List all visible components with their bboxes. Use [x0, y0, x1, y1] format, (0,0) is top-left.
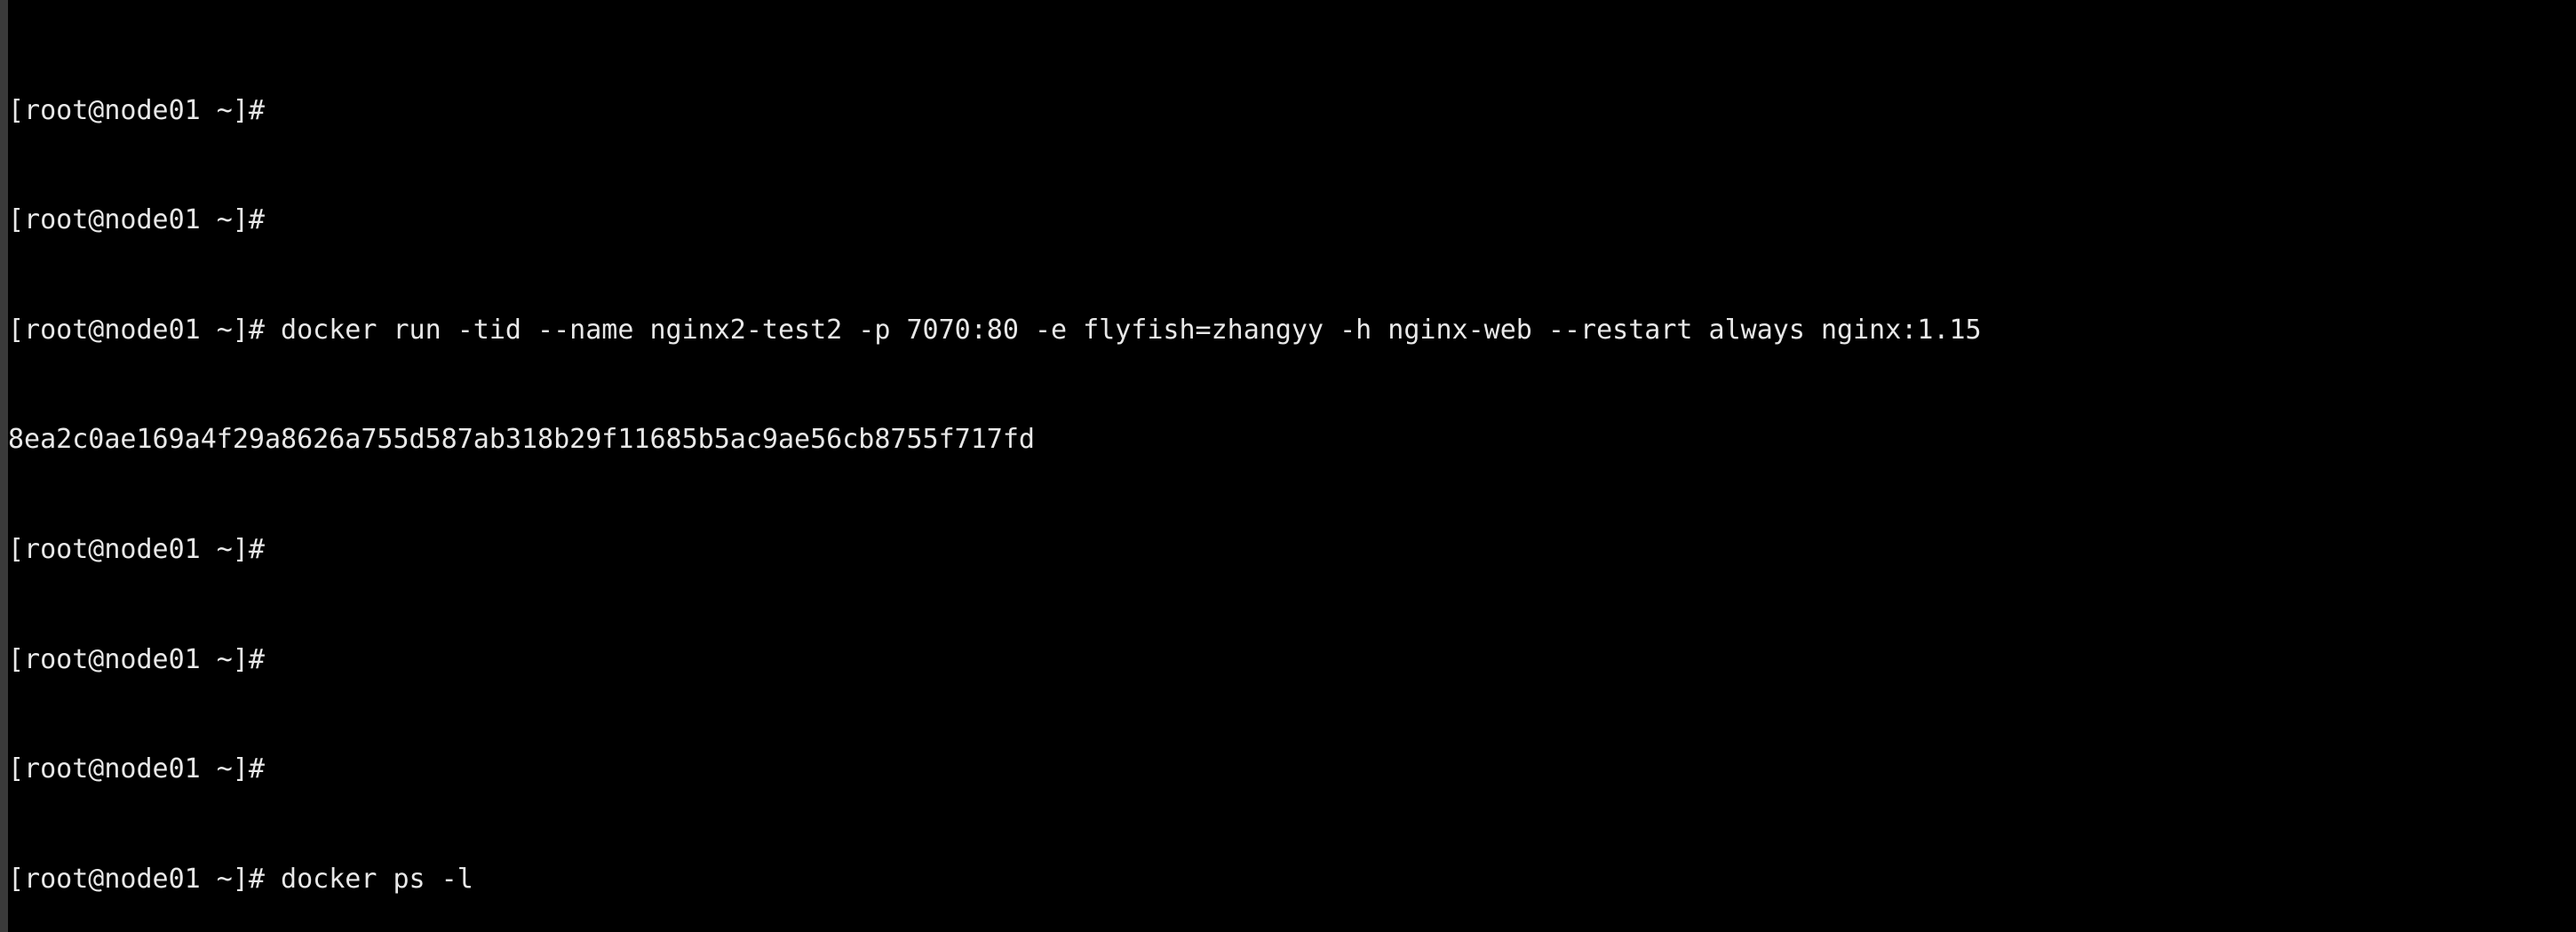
- terminal-line-prompt: [root@node01 ~]#: [8, 753, 265, 785]
- terminal-line-container-full-id: 8ea2c0ae169a4f29a8626a755d587ab318b29f11…: [8, 424, 1035, 456]
- terminal-window[interactable]: [root@node01 ~]# [root@node01 ~]# [root@…: [0, 0, 2576, 932]
- terminal-line-docker-run: [root@node01 ~]# docker run -tid --name …: [8, 314, 1982, 346]
- terminal-line-clipped-top: [root@node01 ~]#: [8, 94, 265, 126]
- window-left-border: [0, 0, 8, 932]
- terminal-line-docker-ps: [root@node01 ~]# docker ps -l: [8, 863, 473, 895]
- terminal-line-prompt: [root@node01 ~]#: [8, 643, 265, 675]
- terminal-line-prompt: [root@node01 ~]#: [8, 533, 265, 565]
- terminal-screen[interactable]: [root@node01 ~]# [root@node01 ~]# [root@…: [8, 0, 2576, 932]
- terminal-line-prompt: [root@node01 ~]#: [8, 204, 265, 236]
